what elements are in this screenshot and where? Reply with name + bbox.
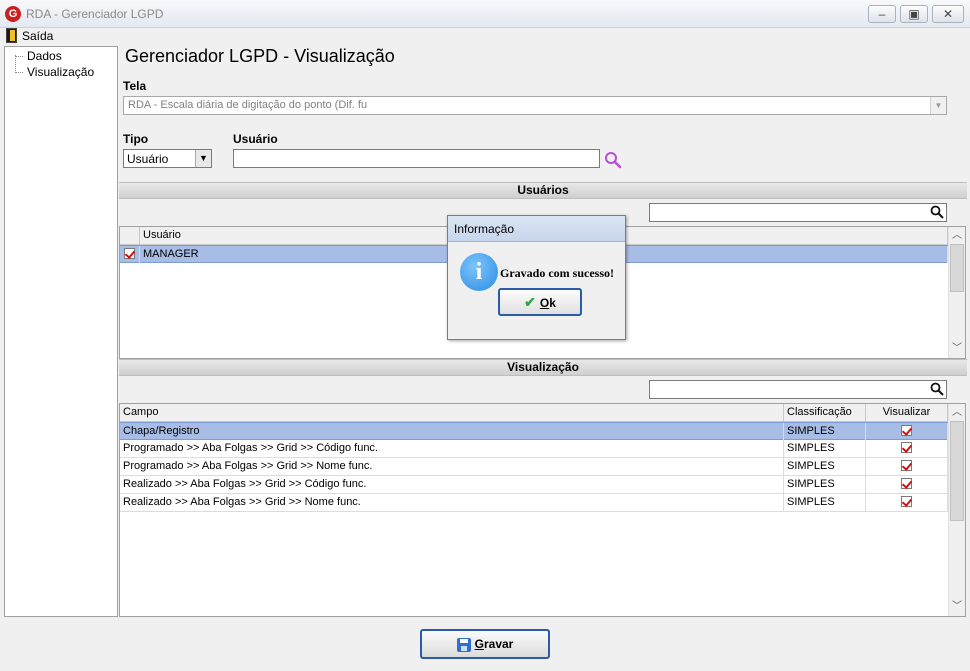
info-dialog: Informação i Gravado com sucesso! ✔ Ok [447, 215, 626, 340]
dialog-title[interactable]: Informação [448, 216, 625, 242]
visualizar-cell[interactable] [866, 423, 948, 440]
menu-bar [0, 28, 970, 45]
classificacao-cell: SIMPLES [784, 476, 866, 493]
floppy-disk-icon [456, 637, 471, 652]
column-header-classificacao[interactable]: Classificação [784, 404, 866, 422]
search-icon[interactable] [604, 151, 622, 169]
save-button-accel: G [474, 637, 484, 651]
checkbox[interactable] [901, 496, 912, 507]
view-section-header: Visualização [119, 359, 967, 376]
users-scrollbar[interactable]: ︿ ﹀ [948, 227, 965, 358]
checkbox[interactable] [901, 442, 912, 453]
visualizar-cell[interactable] [866, 458, 948, 475]
tipo-label: Tipo [123, 132, 149, 146]
ok-button-accel: O [539, 296, 550, 310]
info-icon: i [460, 253, 498, 291]
view-search-input[interactable] [649, 380, 947, 399]
campo-cell: Chapa/Registro [120, 423, 784, 440]
classificacao-cell: SIMPLES [784, 423, 866, 440]
table-row[interactable]: Programado >> Aba Folgas >> Grid >> Nome… [120, 458, 948, 476]
exit-door-icon [6, 28, 17, 43]
window-title: RDA - Gerenciador LGPD [26, 7, 164, 21]
scroll-down-icon[interactable]: ﹀ [949, 341, 965, 357]
view-scrollbar[interactable]: ︿ ﹀ [948, 404, 965, 616]
tree-item-visualizacao[interactable]: Visualização [27, 65, 94, 79]
tipo-select[interactable]: Usuário ▼ [123, 149, 212, 168]
classificacao-cell: SIMPLES [784, 458, 866, 475]
chevron-down-icon: ▼ [930, 97, 946, 114]
ok-button[interactable]: ✔ Ok [498, 288, 582, 316]
view-grid-header: Campo Classificação Visualizar [120, 404, 948, 422]
page-title: Gerenciador LGPD - Visualização [125, 46, 395, 66]
menu-item-saida[interactable]: Saída [22, 29, 53, 43]
table-row[interactable]: Programado >> Aba Folgas >> Grid >> Códi… [120, 440, 948, 458]
scroll-thumb[interactable] [950, 244, 964, 292]
visualizar-cell[interactable] [866, 494, 948, 511]
close-button[interactable]: ✕ [932, 5, 964, 23]
scroll-thumb[interactable] [950, 421, 964, 521]
campo-cell: Programado >> Aba Folgas >> Grid >> Códi… [120, 440, 784, 457]
minimize-button[interactable]: ‒ [868, 5, 896, 23]
usuario-input[interactable] [233, 149, 600, 168]
search-icon[interactable] [930, 205, 944, 219]
checkbox[interactable] [124, 248, 135, 259]
checkbox[interactable] [901, 478, 912, 489]
tela-select-value: RDA - Escala diária de digitação do pont… [128, 99, 368, 111]
table-row[interactable]: Realizado >> Aba Folgas >> Grid >> Nome … [120, 494, 948, 512]
usuario-label: Usuário [233, 132, 278, 146]
campo-cell: Programado >> Aba Folgas >> Grid >> Nome… [120, 458, 784, 475]
chevron-down-icon[interactable]: ▼ [195, 150, 211, 167]
tree-item-dados[interactable]: Dados [27, 49, 62, 63]
visualizar-cell[interactable] [866, 476, 948, 493]
navigation-tree [4, 46, 118, 617]
classificacao-cell: SIMPLES [784, 494, 866, 511]
ok-button-label: k [549, 296, 556, 310]
users-section-header: Usuários [119, 182, 967, 199]
visualizar-cell[interactable] [866, 440, 948, 457]
tree-connector [15, 72, 23, 73]
checkbox[interactable] [901, 425, 912, 436]
column-header-visualizar[interactable]: Visualizar [866, 404, 948, 422]
scroll-up-icon[interactable]: ︿ [949, 405, 965, 421]
save-button-label: ravar [483, 637, 514, 651]
column-header-campo[interactable]: Campo [120, 404, 784, 422]
search-icon[interactable] [930, 382, 944, 396]
maximize-button[interactable]: ▣ [900, 5, 928, 23]
row-check-cell[interactable] [120, 246, 140, 263]
users-grid-check-column [120, 227, 140, 245]
tree-connector [15, 56, 23, 57]
checkmark-icon: ✔ [524, 294, 536, 310]
save-button[interactable]: Gravar [420, 629, 550, 659]
tela-select: RDA - Escala diária de digitação do pont… [123, 96, 947, 115]
users-search-input[interactable] [649, 203, 947, 222]
table-row[interactable]: Chapa/Registro SIMPLES [120, 422, 948, 440]
view-grid: Campo Classificação Visualizar Chapa/Reg… [119, 403, 966, 617]
checkbox[interactable] [901, 460, 912, 471]
tree-connector [15, 55, 16, 73]
classificacao-cell: SIMPLES [784, 440, 866, 457]
dialog-message: Gravado com sucesso! [500, 266, 614, 280]
scroll-up-icon[interactable]: ︿ [949, 228, 965, 244]
app-logo-icon: G [5, 6, 21, 22]
scroll-down-icon[interactable]: ﹀ [949, 599, 965, 615]
tipo-select-value: Usuário [127, 152, 169, 166]
campo-cell: Realizado >> Aba Folgas >> Grid >> Nome … [120, 494, 784, 511]
campo-cell: Realizado >> Aba Folgas >> Grid >> Códig… [120, 476, 784, 493]
table-row[interactable]: Realizado >> Aba Folgas >> Grid >> Códig… [120, 476, 948, 494]
tela-label: Tela [123, 79, 147, 93]
